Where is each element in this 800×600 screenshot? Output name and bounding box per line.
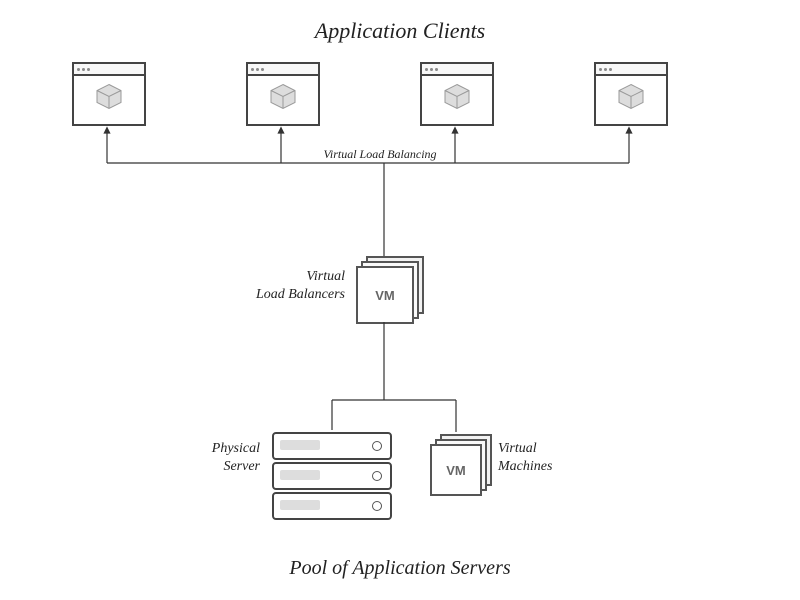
physical-server-stack bbox=[272, 432, 392, 522]
client-browser-2 bbox=[246, 62, 320, 126]
client-browser-1 bbox=[72, 62, 146, 126]
client-browser-4 bbox=[594, 62, 668, 126]
cube-icon bbox=[616, 82, 646, 117]
client-browser-3 bbox=[420, 62, 494, 126]
cube-icon bbox=[268, 82, 298, 117]
cube-icon bbox=[442, 82, 472, 117]
vm-card-front: VM bbox=[430, 444, 482, 496]
title-pool-of-servers: Pool of Application Servers bbox=[0, 557, 800, 580]
label-virtual-load-balancing: Virtual Load Balancing bbox=[280, 147, 480, 163]
label-virtual-load-balancers: Virtual Load Balancers bbox=[235, 268, 345, 304]
vm-text: VM bbox=[375, 288, 395, 303]
cube-icon bbox=[94, 82, 124, 117]
label-virtual-machines: Virtual Machines bbox=[498, 440, 588, 476]
vm-text: VM bbox=[446, 463, 466, 478]
server-unit bbox=[272, 462, 392, 490]
server-unit bbox=[272, 432, 392, 460]
label-physical-server: Physical Server bbox=[175, 440, 260, 476]
title-application-clients: Application Clients bbox=[0, 18, 800, 44]
server-unit bbox=[272, 492, 392, 520]
vm-card-front: VM bbox=[356, 266, 414, 324]
